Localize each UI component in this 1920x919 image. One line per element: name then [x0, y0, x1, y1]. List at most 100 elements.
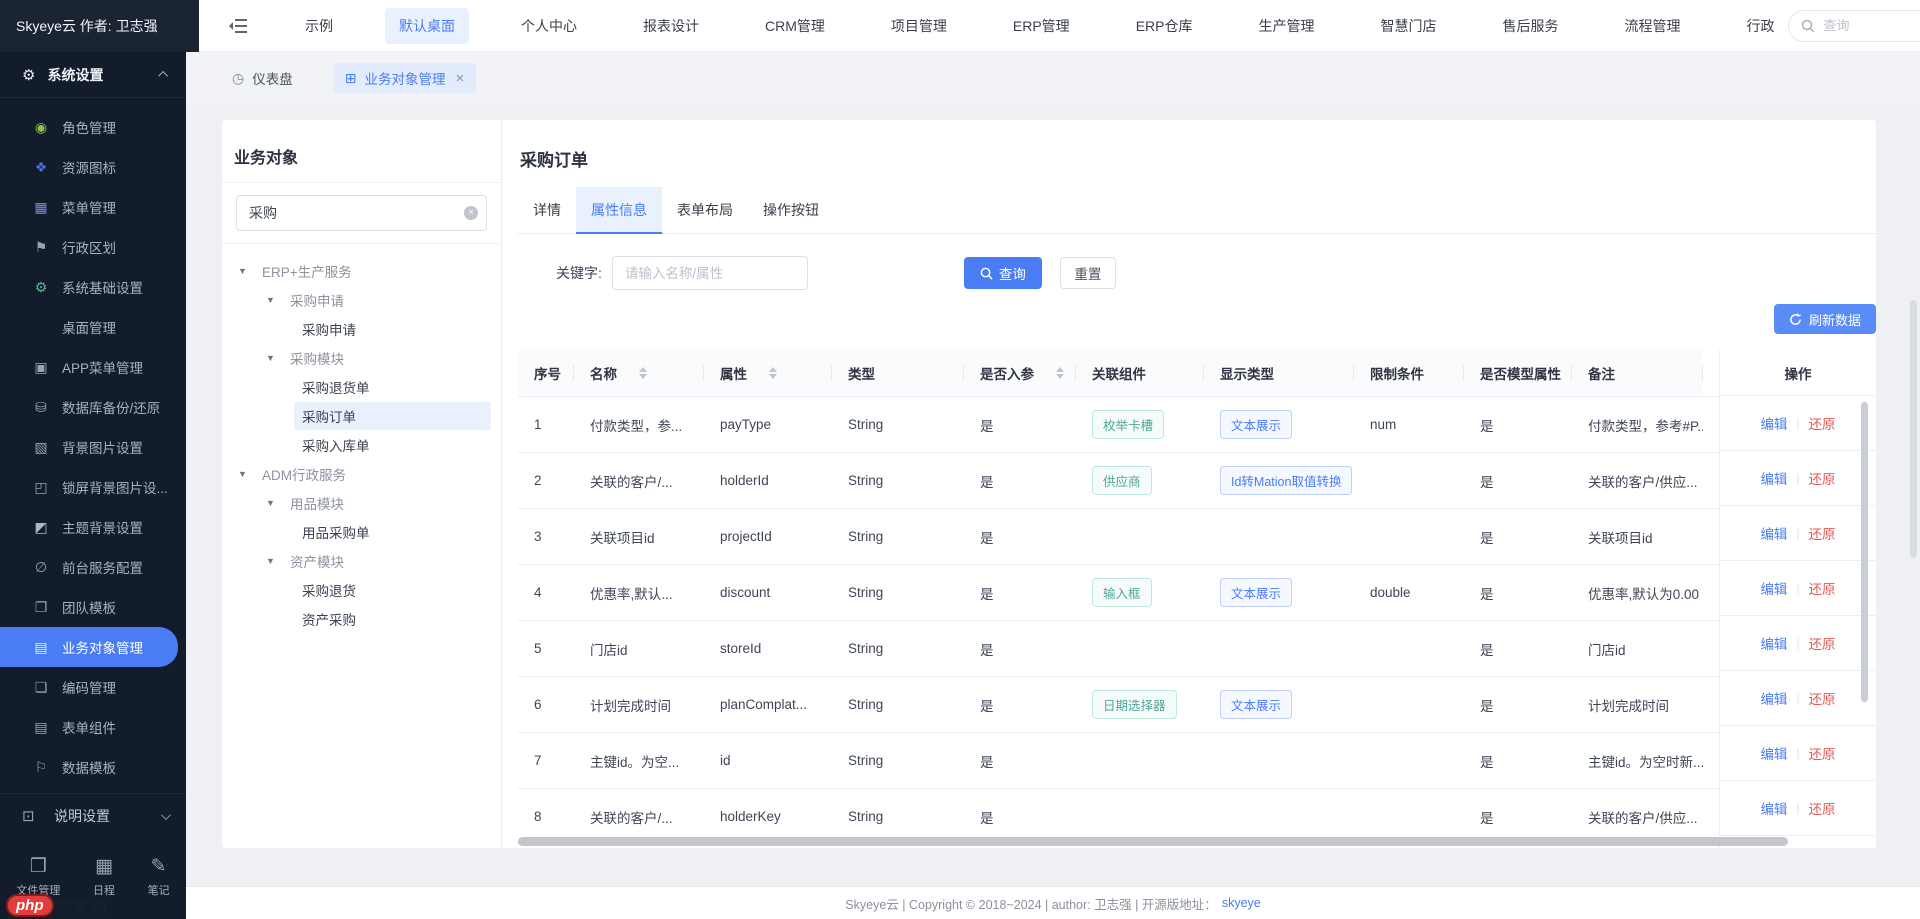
tree-node[interactable]: ▼ ADM行政服务 [222, 459, 501, 488]
nav-item[interactable]: ERP管理 [999, 8, 1084, 44]
edit-link[interactable]: 编辑 [1760, 688, 1787, 708]
global-search-input[interactable] [1823, 18, 1920, 33]
page-scrollbar[interactable] [1910, 300, 1917, 558]
edit-link[interactable]: 编辑 [1760, 468, 1787, 488]
detail-tab[interactable]: 属性信息 [576, 187, 662, 233]
cell-in-param: 是 [964, 453, 1076, 508]
sidebar-item[interactable]: ▣ APP菜单管理 [0, 347, 186, 387]
restore-link[interactable]: 还原 [1809, 688, 1836, 708]
tree-node[interactable]: ▼ 用品采购单 [222, 517, 501, 546]
nav-item[interactable]: 个人中心 [507, 8, 591, 44]
tree-node[interactable]: ▼ 采购订单 [222, 401, 501, 430]
tree-node[interactable]: ▼ 资产模块 [222, 546, 501, 575]
cell-attr: storeId [704, 621, 832, 676]
nav-item[interactable]: 生产管理 [1244, 8, 1328, 44]
sidebar-item[interactable]: ◰ 锁屏背景图片设... [0, 467, 186, 507]
edit-link[interactable]: 编辑 [1760, 523, 1787, 543]
nav-item[interactable]: 项目管理 [877, 8, 961, 44]
edit-link[interactable]: 编辑 [1760, 798, 1787, 818]
caret-down-icon[interactable]: ▼ [238, 469, 254, 479]
nav-item[interactable]: 售后服务 [1488, 8, 1572, 44]
caret-down-icon[interactable]: ▼ [266, 498, 282, 508]
search-button[interactable]: 查询 [964, 257, 1042, 289]
sort-icon[interactable] [639, 367, 647, 379]
sort-icon[interactable] [1056, 367, 1064, 379]
table-horizontal-scrollbar[interactable] [518, 837, 1788, 846]
cell-component: 输入框 [1076, 565, 1204, 620]
sidebar-item[interactable]: ⚐ 数据模板 [0, 747, 186, 787]
nav-item[interactable]: CRM管理 [751, 8, 839, 44]
reset-button[interactable]: 重置 [1060, 257, 1116, 289]
nav-item[interactable]: 示例 [291, 8, 347, 44]
workspace-tab[interactable]: ⊞ 业务对象管理 × [333, 63, 477, 93]
nav-item[interactable]: 行政 [1732, 8, 1788, 44]
global-search[interactable] [1788, 10, 1920, 42]
edit-link[interactable]: 编辑 [1760, 633, 1787, 653]
nav-item[interactable]: 流程管理 [1610, 8, 1694, 44]
sidebar-subsection[interactable]: ⊡ 说明设置 [0, 794, 186, 823]
refresh-data-button[interactable]: 刷新数据 [1774, 304, 1876, 334]
tree-node[interactable]: ▼ 采购申请 [222, 285, 501, 314]
sidebar-item[interactable]: ◩ 主题背景设置 [0, 507, 186, 547]
detail-tab[interactable]: 操作按钮 [748, 187, 834, 233]
sidebar-item[interactable]: ▦ 菜单管理 [0, 187, 186, 227]
sidebar-item[interactable]: ∅ 前台服务配置 [0, 547, 186, 587]
collapse-sidebar-icon[interactable] [229, 19, 247, 33]
cell-name: 关联的客户/... [574, 789, 704, 844]
edit-link[interactable]: 编辑 [1760, 578, 1787, 598]
caret-down-icon[interactable]: ▼ [266, 556, 282, 566]
restore-link[interactable]: 还原 [1809, 468, 1836, 488]
sidebar-item[interactable]: ⚑ 行政区划 [0, 227, 186, 267]
restore-link[interactable]: 还原 [1809, 523, 1836, 543]
sidebar-section-system-settings[interactable]: ⚙ 系统设置 [0, 52, 186, 98]
tree-node[interactable]: ▼ 采购申请 [222, 314, 501, 343]
restore-link[interactable]: 还原 [1809, 743, 1836, 763]
sidebar-item[interactable]: ❖ 资源图标 [0, 147, 186, 187]
sidebar-footer-item[interactable]: ▦ 日程 [93, 855, 115, 898]
cell-in-param: 是 [964, 677, 1076, 732]
top-nav: 示例 默认桌面 个人中心 报表设计 CRM管理 项目管理 ERP管理 ERP仓库… [291, 8, 1788, 44]
tree-node[interactable]: ▼ 采购退货单 [222, 372, 501, 401]
restore-link[interactable]: 还原 [1809, 578, 1836, 598]
detail-tab[interactable]: 表单布局 [662, 187, 748, 233]
tree-node[interactable]: ▼ 采购退货 [222, 575, 501, 604]
detail-tab[interactable]: 详情 [518, 187, 576, 233]
component-tag: 输入框 [1092, 578, 1152, 607]
tree-node[interactable]: ▼ 资产采购 [222, 604, 501, 633]
sidebar-item[interactable]: ⚙ 系统基础设置 [0, 267, 186, 307]
nav-item[interactable]: ERP仓库 [1122, 8, 1207, 44]
tree-node[interactable]: ▼ ERP+生产服务 [222, 256, 501, 285]
table-vertical-scrollbar[interactable] [1861, 402, 1868, 702]
sidebar-item[interactable]: ❏ 编码管理 [0, 667, 186, 707]
sidebar-item[interactable]: ⛁ 数据库备份/还原 [0, 387, 186, 427]
sidebar-footer-item[interactable]: ✎ 笔记 [148, 855, 170, 898]
opensource-link[interactable]: skyeye [1222, 896, 1261, 910]
tree-search-input[interactable] [236, 195, 487, 231]
caret-down-icon[interactable]: ▼ [238, 266, 254, 276]
nav-item[interactable]: 报表设计 [629, 8, 713, 44]
sidebar-item[interactable]: 桌面管理 [0, 307, 186, 347]
keyword-input[interactable] [612, 256, 808, 290]
tree-node[interactable]: ▼ 用品模块 [222, 488, 501, 517]
sidebar-footer-item[interactable]: ❒ 文件管理 [16, 855, 60, 898]
restore-link[interactable]: 还原 [1809, 413, 1836, 433]
sidebar-item[interactable]: ▤ 表单组件 [0, 707, 186, 747]
sort-icon[interactable] [769, 367, 777, 379]
restore-link[interactable]: 还原 [1809, 798, 1836, 818]
close-icon[interactable]: × [455, 70, 464, 87]
clear-icon[interactable]: × [464, 206, 478, 220]
tree-node[interactable]: ▼ 采购模块 [222, 343, 501, 372]
sidebar-item[interactable]: ❐ 团队模板 [0, 587, 186, 627]
nav-item[interactable]: 默认桌面 [385, 8, 469, 44]
caret-down-icon[interactable]: ▼ [266, 353, 282, 363]
sidebar-item[interactable]: ◉ 角色管理 [0, 107, 186, 147]
restore-link[interactable]: 还原 [1809, 633, 1836, 653]
workspace-tab[interactable]: ◷ 仪表盘 [220, 63, 305, 93]
nav-item[interactable]: 智慧门店 [1366, 8, 1450, 44]
caret-down-icon[interactable]: ▼ [266, 295, 282, 305]
sidebar-item[interactable]: ▧ 背景图片设置 [0, 427, 186, 467]
edit-link[interactable]: 编辑 [1760, 743, 1787, 763]
tree-node[interactable]: ▼ 采购入库单 [222, 430, 501, 459]
sidebar-item[interactable]: ▤ 业务对象管理 [0, 627, 178, 667]
edit-link[interactable]: 编辑 [1760, 413, 1787, 433]
